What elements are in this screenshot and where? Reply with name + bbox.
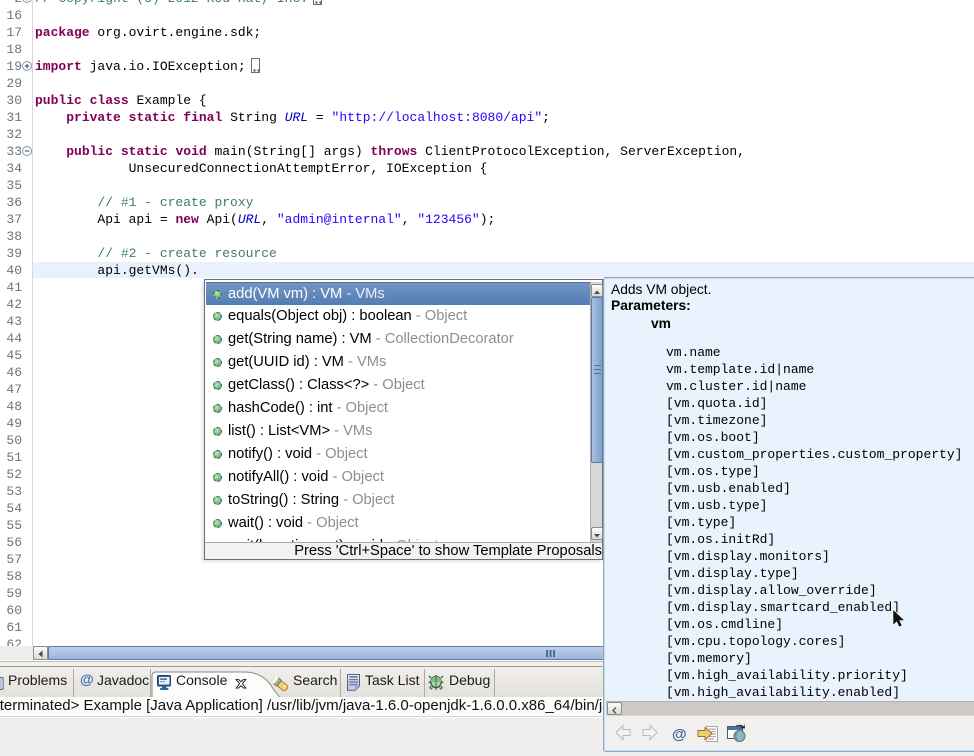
svg-text:@: @	[672, 726, 687, 743]
